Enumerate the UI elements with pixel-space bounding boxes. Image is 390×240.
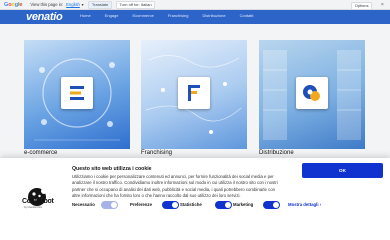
franchising-card-image[interactable] [141,40,247,149]
distribuzione-card-image[interactable] [259,40,365,149]
cookie-preferences: Necessario Preferenze Statistiche Market… [72,201,330,209]
nav-item-home[interactable]: Home [80,13,91,19]
turn-off-translate-button[interactable]: Turn off for: Italian [115,0,156,9]
chevron-right-icon: › [319,202,322,207]
show-details-label: Mostra dettagli [288,202,319,207]
site-header: venatio Home Engage Ecommerce Franchisin… [0,10,390,24]
pref-label: Statistiche [180,201,202,207]
necessary-toggle [101,201,118,209]
nav-item-ecommerce[interactable]: Ecommerce [132,13,153,19]
translate-button[interactable]: Translate [88,0,112,9]
translate-bar: Google View this page in: English ▼ Tran… [0,0,390,10]
franchising-mark-icon [188,85,200,101]
card-title-ecommerce[interactable]: e-commerce [24,149,57,157]
pref-label: Preferenze [130,201,152,207]
statistics-toggle[interactable] [215,201,232,209]
preferences-toggle[interactable] [162,201,179,209]
translate-options-button[interactable]: Options [351,1,372,10]
logo-tile [178,77,210,109]
pref-label: Marketing [233,201,254,207]
cookiebot-subtext: by Usercentrics [24,206,42,209]
cookie-heading: Questo sito web utilizza i cookie [72,166,152,172]
card-title-franchising[interactable]: Franchising [141,149,172,157]
close-icon[interactable]: × [381,2,384,8]
show-details-link[interactable]: Mostra dettagli › [288,201,321,208]
nav-item-distribuzione[interactable]: Distribuzione [203,13,226,19]
nav-item-contatti[interactable]: Contatti [240,13,254,19]
logo-tile [61,77,93,109]
translate-language-select[interactable]: English [66,2,80,7]
distribution-mark-icon [303,85,320,101]
cookie-ok-button[interactable]: OK [302,163,383,178]
cookie-description: Utilizziamo i cookie per personalizzare … [72,174,278,199]
marketing-toggle[interactable] [263,201,280,209]
google-logo: Google [4,1,23,8]
cookie-consent-banner: Cookiebot by Usercentrics Questo sito we… [0,158,390,240]
venatio-mark-icon [70,86,84,100]
nav-item-franchising[interactable]: Franchising [168,13,189,19]
ecommerce-card-image[interactable] [24,40,130,149]
translate-view-label: View this page in: [30,2,64,7]
logo-tile [296,77,328,109]
site-logo[interactable]: venatio [26,11,63,23]
nav-item-engage[interactable]: Engage [105,13,119,19]
main-nav: Home Engage Ecommerce Franchising Distri… [80,13,267,19]
card-title-distribuzione[interactable]: Distribuzione [259,149,294,157]
pref-label: Necessario [72,201,95,207]
cookiebot-wordmark: Cookiebot [22,198,54,205]
chevron-down-icon[interactable]: ▼ [81,3,84,7]
